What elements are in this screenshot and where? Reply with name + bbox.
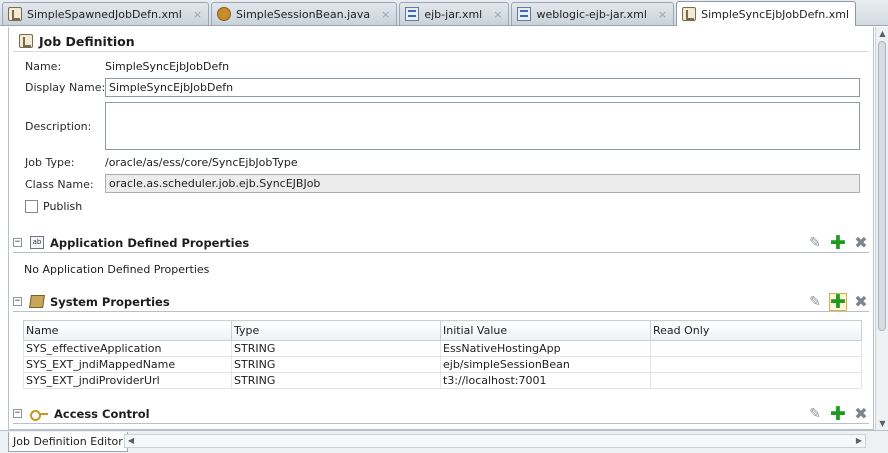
publish-checkbox[interactable] — [25, 200, 38, 213]
class-name-label: Class Name: — [25, 178, 94, 191]
scrollbar-thumb[interactable] — [878, 41, 886, 331]
cell-name: SYS_EXT_jndiProviderUrl — [23, 372, 232, 389]
tab-label: SimpleSyncEjbJobDefn.xml — [701, 7, 850, 21]
cell-name: SYS_EXT_jndiMappedName — [23, 356, 232, 373]
display-name-field[interactable]: SimpleSyncEjbJobDefn — [105, 78, 860, 97]
cell-type: STRING — [231, 372, 441, 389]
name-value: SimpleSyncEjbJobDefn — [105, 60, 230, 73]
cell-read-only — [650, 340, 862, 357]
column-header-initial-value[interactable]: Initial Value — [440, 320, 651, 341]
java-bean-icon — [217, 7, 232, 21]
delete-icon[interactable]: ✖ — [853, 294, 869, 310]
section-toolbar: ✎ ✚ ✖ — [807, 404, 869, 424]
editor-bottom-bar: Job Definition Editor ◀ ▶ — [0, 430, 888, 453]
cell-read-only — [650, 372, 862, 389]
section-system-properties: − System Properties ✎ ✚ ✖ — [13, 292, 869, 312]
publish-row: Publish — [25, 200, 82, 213]
tab-label: SimpleSessionBean.java — [236, 7, 371, 21]
job-definition-icon — [19, 34, 33, 48]
column-header-type[interactable]: Type — [231, 320, 441, 341]
collapse-icon[interactable]: − — [13, 297, 22, 306]
job-definition-icon — [682, 7, 697, 21]
vertical-scrollbar[interactable]: ▲ ▼ — [875, 27, 888, 430]
empty-properties-note: No Application Defined Properties — [24, 263, 210, 276]
description-field[interactable] — [105, 102, 860, 150]
close-icon[interactable]: × — [381, 8, 390, 21]
section-toolbar: ✎ ✚ ✖ — [807, 233, 869, 253]
section-title: Access Control — [54, 406, 150, 421]
divider — [13, 51, 869, 52]
class-name-field: oracle.as.scheduler.job.ejb.SyncEJBJob — [105, 174, 860, 193]
tab-simple-sync-ejb-job-defn[interactable]: SimpleSyncEjbJobDefn.xml — [676, 1, 857, 26]
horizontal-scrollbar[interactable]: ◀ ▶ — [124, 434, 866, 448]
cell-read-only — [650, 356, 862, 373]
job-definition-editor: Job Definition Name: SimpleSyncEjbJobDef… — [8, 27, 874, 430]
add-icon[interactable]: ✚ — [830, 234, 846, 253]
system-properties-table: Name Type Initial Value Read Only SYS_ef… — [23, 320, 862, 389]
table-row[interactable]: SYS_EXT_jndiMappedName STRING ejb/simple… — [23, 356, 862, 373]
application-properties-icon: ab — [30, 236, 44, 249]
tab-job-definition-editor[interactable]: Job Definition Editor — [8, 432, 128, 452]
cell-name: SYS_effectiveApplication — [23, 340, 232, 357]
cell-initial-value: ejb/simpleSessionBean — [440, 356, 651, 373]
display-name-label: Display Name: — [25, 81, 106, 94]
collapse-icon[interactable]: − — [13, 409, 22, 418]
scroll-left-icon[interactable]: ◀ — [125, 435, 137, 447]
page-title: Job Definition — [19, 31, 135, 51]
edit-icon[interactable]: ✎ — [807, 235, 823, 251]
collapse-icon[interactable]: − — [13, 238, 22, 247]
key-icon — [30, 407, 48, 421]
tab-weblogic-ejb-jar[interactable]: weblogic-ejb-jar.xml × — [511, 2, 675, 25]
section-application-properties: − ab Application Defined Properties ✎ ✚ … — [13, 233, 869, 253]
add-icon[interactable]: ✚ — [829, 293, 847, 312]
description-label: Description: — [25, 120, 92, 133]
delete-icon[interactable]: ✖ — [853, 235, 869, 251]
close-icon[interactable]: × — [493, 8, 502, 21]
column-header-name[interactable]: Name — [23, 320, 232, 341]
column-header-read-only[interactable]: Read Only — [650, 320, 862, 341]
delete-icon[interactable]: ✖ — [853, 406, 869, 422]
close-icon[interactable]: × — [658, 8, 667, 21]
close-icon[interactable]: × — [193, 8, 202, 21]
job-type-value: /oracle/as/ess/core/SyncEjbJobType — [105, 156, 298, 169]
add-icon[interactable]: ✚ — [830, 405, 846, 424]
scroll-up-icon[interactable]: ▲ — [876, 27, 888, 40]
table-row[interactable]: SYS_effectiveApplication STRING EssNativ… — [23, 340, 862, 357]
system-properties-icon — [29, 295, 45, 308]
scroll-down-icon[interactable]: ▼ — [876, 417, 888, 430]
scroll-right-icon[interactable]: ▶ — [853, 435, 865, 447]
tab-simple-session-bean[interactable]: SimpleSessionBean.java × — [211, 2, 398, 25]
cell-type: STRING — [231, 340, 441, 357]
table-header-row: Name Type Initial Value Read Only — [23, 320, 862, 341]
page-title-text: Job Definition — [39, 33, 135, 49]
edit-icon[interactable]: ✎ — [807, 294, 823, 310]
tab-ejb-jar[interactable]: ejb-jar.xml × — [399, 2, 510, 25]
edit-icon[interactable]: ✎ — [807, 406, 823, 422]
section-title: Application Defined Properties — [50, 235, 250, 250]
tab-label: ejb-jar.xml — [424, 7, 483, 21]
name-label: Name: — [25, 60, 62, 73]
tab-simple-spawned-job-defn[interactable]: SimpleSpawnedJobDefn.xml × — [2, 2, 210, 25]
editor-tab-bar: SimpleSpawnedJobDefn.xml × SimpleSession… — [0, 0, 888, 26]
section-toolbar: ✎ ✚ ✖ — [807, 292, 869, 312]
job-definition-icon — [8, 7, 22, 21]
xml-file-icon — [517, 7, 532, 21]
table-row[interactable]: SYS_EXT_jndiProviderUrl STRING t3://loca… — [23, 372, 862, 389]
xml-file-icon — [405, 7, 420, 21]
cell-type: STRING — [231, 356, 441, 373]
tab-label: SimpleSpawnedJobDefn.xml — [27, 7, 182, 21]
section-access-control: − Access Control ✎ ✚ ✖ — [13, 404, 869, 424]
cell-initial-value: t3://localhost:7001 — [440, 372, 651, 389]
job-type-label: Job Type: — [25, 156, 75, 169]
publish-label: Publish — [43, 200, 83, 213]
cell-initial-value: EssNativeHostingApp — [440, 340, 651, 357]
section-title: System Properties — [50, 294, 170, 309]
tab-label: weblogic-ejb-jar.xml — [536, 7, 647, 21]
